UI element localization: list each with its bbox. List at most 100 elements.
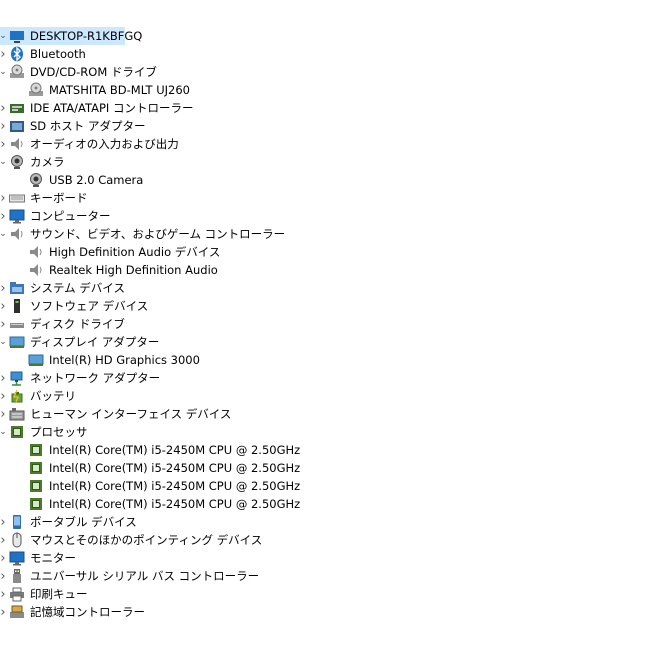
collapsed-caret-icon[interactable]: › bbox=[0, 45, 9, 63]
tree-item-label: ヒューマン インターフェイス デバイス bbox=[30, 407, 232, 421]
collapsed-caret-icon[interactable]: › bbox=[0, 189, 9, 207]
tree-item-label: MATSHITA BD-MLT UJ260 bbox=[49, 83, 190, 97]
tree-item-label: キーボード bbox=[30, 191, 88, 205]
tree-item-label: ソフトウェア デバイス bbox=[30, 299, 149, 313]
caret-spacer bbox=[16, 171, 28, 189]
ide-controller-icon bbox=[9, 100, 25, 116]
collapsed-caret-icon[interactable]: › bbox=[0, 207, 9, 225]
collapsed-caret-icon[interactable]: › bbox=[0, 297, 9, 315]
sd-host-icon bbox=[9, 118, 25, 134]
collapsed-caret-icon[interactable]: › bbox=[0, 117, 9, 135]
processor-icon bbox=[9, 424, 25, 440]
tree-item-label: 記憶域コントローラー bbox=[30, 605, 145, 619]
keyboard-icon bbox=[9, 190, 25, 206]
expanded-caret-icon[interactable]: ⌄ bbox=[0, 153, 9, 171]
tree-item-label: サウンド、ビデオ、およびゲーム コントローラー bbox=[30, 227, 286, 241]
tree-item[interactable]: › バッテリ bbox=[0, 387, 663, 405]
tree-item[interactable]: ⌄ サウンド、ビデオ、およびゲーム コントローラー bbox=[0, 225, 663, 243]
tree-item-label: Intel(R) Core(TM) i5-2450M CPU @ 2.50GHz bbox=[49, 461, 301, 475]
collapsed-caret-icon[interactable]: › bbox=[0, 369, 9, 387]
computer-icon bbox=[9, 28, 25, 44]
tree-item[interactable]: › オーディオの入力および出力 bbox=[0, 135, 663, 153]
usb-icon bbox=[9, 568, 25, 584]
tree-item[interactable]: Intel(R) Core(TM) i5-2450M CPU @ 2.50GHz bbox=[0, 477, 663, 495]
tree-item[interactable]: › ネットワーク アダプター bbox=[0, 369, 663, 387]
collapsed-caret-icon[interactable]: › bbox=[0, 603, 9, 621]
tree-item[interactable]: › Bluetooth bbox=[0, 45, 663, 63]
tree-item-label: プロセッサ bbox=[30, 425, 88, 439]
tree-item[interactable]: › キーボード bbox=[0, 189, 663, 207]
collapsed-caret-icon[interactable]: › bbox=[0, 387, 9, 405]
tree-item-label: ディスク ドライブ bbox=[30, 317, 125, 331]
tree-item[interactable]: › ディスク ドライブ bbox=[0, 315, 663, 333]
collapsed-caret-icon[interactable]: › bbox=[0, 513, 9, 531]
tree-item[interactable]: MATSHITA BD-MLT UJ260 bbox=[0, 81, 663, 99]
tree-item[interactable]: › コンピューター bbox=[0, 207, 663, 225]
tree-item[interactable]: › ソフトウェア デバイス bbox=[0, 297, 663, 315]
speaker-icon bbox=[9, 226, 25, 242]
tree-item[interactable]: Intel(R) Core(TM) i5-2450M CPU @ 2.50GHz bbox=[0, 441, 663, 459]
tree-item-label: モニター bbox=[30, 551, 76, 565]
caret-spacer bbox=[16, 441, 28, 459]
tree-item[interactable]: › ポータブル デバイス bbox=[0, 513, 663, 531]
expanded-caret-icon[interactable]: ⌄ bbox=[0, 27, 9, 45]
processor-icon bbox=[28, 478, 44, 494]
tree-item-label: バッテリ bbox=[30, 389, 76, 403]
tree-item-label: ディスプレイ アダプター bbox=[30, 335, 160, 349]
expanded-caret-icon[interactable]: ⌄ bbox=[0, 63, 9, 81]
tree-item[interactable]: › ヒューマン インターフェイス デバイス bbox=[0, 405, 663, 423]
tree-item-label: ユニバーサル シリアル バス コントローラー bbox=[30, 569, 260, 583]
tree-item[interactable]: USB 2.0 Camera bbox=[0, 171, 663, 189]
tree-item[interactable]: ⌄ プロセッサ bbox=[0, 423, 663, 441]
tree-item-label: Bluetooth bbox=[30, 47, 86, 61]
tree-item[interactable]: › システム デバイス bbox=[0, 279, 663, 297]
tree-item[interactable]: ⌄ DVD/CD-ROM ドライブ bbox=[0, 63, 663, 81]
expanded-caret-icon[interactable]: ⌄ bbox=[0, 225, 9, 243]
tree-item[interactable]: › 記憶域コントローラー bbox=[0, 603, 663, 621]
tree-item-label: Intel(R) Core(TM) i5-2450M CPU @ 2.50GHz bbox=[49, 497, 301, 511]
collapsed-caret-icon[interactable]: › bbox=[0, 531, 9, 549]
tree-item[interactable]: ⌄ ディスプレイ アダプター bbox=[0, 333, 663, 351]
tree-item[interactable]: › モニター bbox=[0, 549, 663, 567]
tree-item[interactable]: › マウスとそのほかのポインティング デバイス bbox=[0, 531, 663, 549]
storage-controller-icon bbox=[9, 604, 25, 620]
tree-item[interactable]: › SD ホスト アダプター bbox=[0, 117, 663, 135]
caret-spacer bbox=[16, 261, 28, 279]
tree-item[interactable]: Realtek High Definition Audio bbox=[0, 261, 663, 279]
portable-device-icon bbox=[9, 514, 25, 530]
tree-item-label: Intel(R) Core(TM) i5-2450M CPU @ 2.50GHz bbox=[49, 479, 301, 493]
tree-item-label: IDE ATA/ATAPI コントローラー bbox=[30, 101, 194, 115]
tree-item-label: システム デバイス bbox=[30, 281, 125, 295]
network-adapter-icon bbox=[9, 370, 25, 386]
collapsed-caret-icon[interactable]: › bbox=[0, 315, 9, 333]
caret-spacer bbox=[16, 477, 28, 495]
tree-item[interactable]: ⌄ カメラ bbox=[0, 153, 663, 171]
tree-item[interactable]: › ユニバーサル シリアル バス コントローラー bbox=[0, 567, 663, 585]
tree-item[interactable]: › 印刷キュー bbox=[0, 585, 663, 603]
expanded-caret-icon[interactable]: ⌄ bbox=[0, 423, 9, 441]
collapsed-caret-icon[interactable]: › bbox=[0, 585, 9, 603]
collapsed-caret-icon[interactable]: › bbox=[0, 549, 9, 567]
expanded-caret-icon[interactable]: ⌄ bbox=[0, 333, 9, 351]
collapsed-caret-icon[interactable]: › bbox=[0, 279, 9, 297]
processor-icon bbox=[28, 496, 44, 512]
tree-item[interactable]: › IDE ATA/ATAPI コントローラー bbox=[0, 99, 663, 117]
mouse-icon bbox=[9, 532, 25, 548]
caret-spacer bbox=[16, 81, 28, 99]
monitor-icon bbox=[9, 208, 25, 224]
collapsed-caret-icon[interactable]: › bbox=[0, 567, 9, 585]
collapsed-caret-icon[interactable]: › bbox=[0, 99, 9, 117]
device-tree: ⌄ DESKTOP-R1KBFGQ › Bluetooth ⌄ DVD/CD-ROM ドラ… bbox=[0, 0, 663, 663]
display-adapter-icon bbox=[28, 352, 44, 368]
tree-item-label: カメラ bbox=[30, 155, 65, 169]
collapsed-caret-icon[interactable]: › bbox=[0, 405, 9, 423]
tree-item[interactable]: High Definition Audio デバイス bbox=[0, 243, 663, 261]
display-adapter-icon bbox=[9, 334, 25, 350]
dvd-drive-icon bbox=[9, 64, 25, 80]
tree-item[interactable]: Intel(R) Core(TM) i5-2450M CPU @ 2.50GHz bbox=[0, 459, 663, 477]
tree-item[interactable]: Intel(R) HD Graphics 3000 bbox=[0, 351, 663, 369]
tree-item[interactable]: Intel(R) Core(TM) i5-2450M CPU @ 2.50GHz bbox=[0, 495, 663, 513]
collapsed-caret-icon[interactable]: › bbox=[0, 135, 9, 153]
tree-root[interactable]: ⌄ DESKTOP-R1KBFGQ bbox=[0, 27, 142, 45]
software-device-icon bbox=[9, 298, 25, 314]
